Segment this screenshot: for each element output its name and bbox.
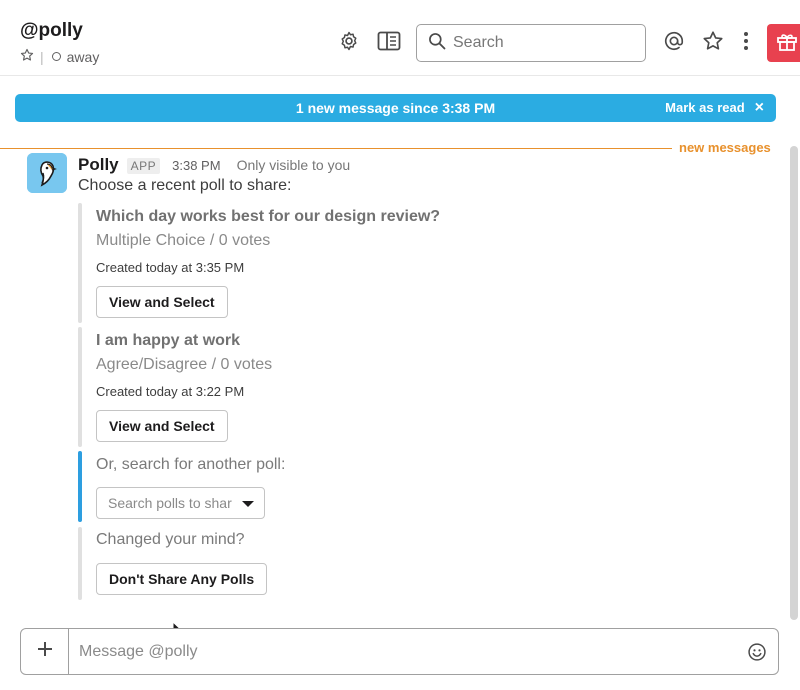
attachment-bar — [78, 527, 82, 600]
new-messages-label: new messages — [679, 140, 771, 155]
banner-text: 1 new message since 3:38 PM — [295, 100, 496, 116]
changed-mind-text: Changed your mind? — [96, 531, 245, 548]
gear-icon[interactable] — [336, 28, 362, 54]
attach-button[interactable] — [21, 629, 69, 674]
meta-separator: | — [40, 48, 44, 65]
avatar[interactable] — [27, 153, 67, 193]
attachment-bar — [78, 327, 82, 447]
dont-share-button[interactable]: Don't Share Any Polls — [96, 563, 268, 595]
search-box[interactable] — [416, 24, 646, 62]
star-icon[interactable] — [20, 48, 34, 65]
gift-button[interactable] — [767, 24, 800, 62]
message-input[interactable] — [69, 631, 736, 672]
channel-header: @polly | away — [0, 0, 800, 76]
poll-search-select[interactable]: Search polls to share — [96, 487, 265, 519]
polly-bird-icon — [27, 153, 67, 193]
sender-name[interactable]: Polly — [78, 155, 119, 175]
poll-search-placeholder: Search polls to share — [108, 495, 232, 511]
poll-created: Created today at 3:35 PM — [96, 260, 245, 275]
scrollbar[interactable] — [790, 146, 798, 620]
attachment-bar — [78, 203, 82, 323]
message-timestamp[interactable]: 3:38 PM — [172, 158, 220, 173]
caret-down-icon — [242, 501, 254, 507]
at-icon[interactable] — [661, 28, 687, 54]
plus-icon — [36, 640, 54, 663]
message-intro: Choose a recent poll to share: — [78, 177, 292, 194]
app-badge: APP — [126, 158, 161, 174]
new-message-banner[interactable]: 1 new message since 3:38 PM Mark as read… — [15, 94, 776, 122]
view-and-select-button[interactable]: View and Select — [96, 410, 228, 442]
star-icon[interactable] — [700, 28, 726, 54]
channel-title[interactable]: @polly — [20, 20, 83, 42]
new-messages-divider — [0, 148, 672, 149]
sidebar-panel-icon[interactable] — [376, 28, 402, 54]
presence-icon — [51, 52, 61, 61]
mark-as-read-label: Mark as read — [665, 100, 745, 115]
poll-type-votes: Multiple Choice / 0 votes — [96, 232, 271, 249]
more-vertical-icon[interactable] — [733, 28, 759, 54]
gift-icon — [775, 29, 799, 58]
search-icon — [427, 31, 447, 56]
visibility-note: Only visible to you — [236, 157, 351, 173]
presence-status: away — [66, 48, 100, 65]
view-and-select-button[interactable]: View and Select — [96, 286, 228, 318]
search-poll-prompt: Or, search for another poll: — [96, 456, 286, 473]
poll-type-votes: Agree/Disagree / 0 votes — [96, 356, 273, 373]
attachment-bar-active — [78, 451, 82, 522]
poll-created: Created today at 3:22 PM — [96, 384, 245, 399]
search-input[interactable] — [453, 34, 633, 52]
channel-meta: | away — [20, 48, 99, 65]
poll-title: Which day works best for our design revi… — [96, 208, 441, 225]
poll-title: I am happy at work — [96, 332, 241, 349]
mark-as-read-button[interactable]: Mark as read × — [665, 99, 764, 115]
message-header: Polly APP 3:38 PM Only visible to you — [78, 155, 350, 175]
close-icon[interactable]: × — [755, 99, 764, 115]
smiley-icon[interactable] — [736, 632, 778, 672]
message-composer — [20, 628, 779, 675]
